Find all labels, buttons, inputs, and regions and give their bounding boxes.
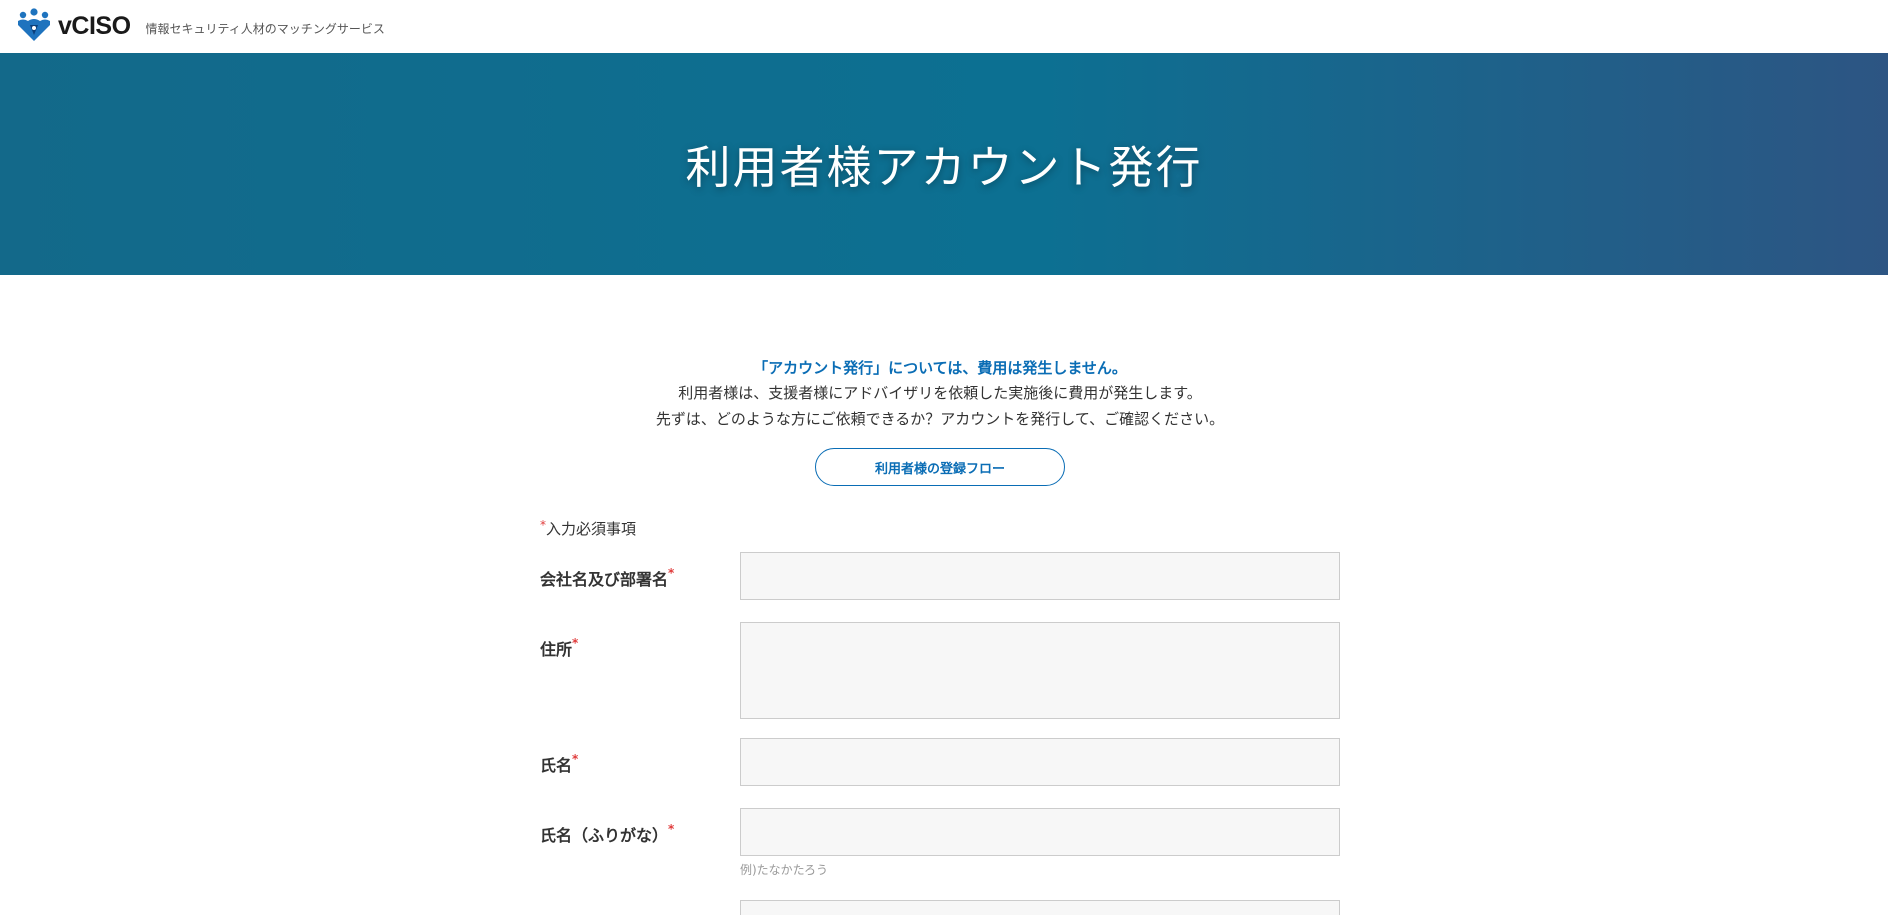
required-asterisk: *	[668, 822, 675, 836]
company-input[interactable]	[740, 552, 1340, 600]
intro-text: 「アカウント発行」については、費用は発生しません。 利用者様は、支援者様にアドバ…	[0, 356, 1880, 432]
brand-name: vCISO	[58, 12, 131, 40]
name-kana-input[interactable]	[740, 808, 1340, 856]
company-label-text: 会社名及び部署名	[540, 570, 669, 589]
intro-lead: 「アカウント発行」については、費用は発生しません。	[753, 359, 1127, 377]
intro-line-1: 利用者様は、支援者様にアドバイザリを依頼した実施後に費用が発生します。	[678, 384, 1202, 402]
address-label: 住所*	[540, 636, 578, 660]
required-asterisk: *	[572, 636, 579, 650]
required-note-text: 入力必須事項	[546, 520, 637, 538]
name-input[interactable]	[740, 738, 1340, 786]
company-label: 会社名及び部署名*	[540, 566, 674, 590]
name-label-text: 氏名	[540, 756, 573, 775]
registration-flow-button[interactable]: 利用者様の登録フロー	[815, 448, 1065, 486]
vciso-logo-icon	[16, 7, 52, 47]
required-asterisk: *	[572, 752, 579, 766]
page-hero: 利用者様アカウント発行	[0, 53, 1888, 275]
page-title: 利用者様アカウント発行	[685, 141, 1203, 194]
name-kana-hint: 例)たなかたろう	[740, 863, 828, 877]
name-kana-label-text: 氏名（ふりがな）	[540, 826, 669, 845]
name-label: 氏名*	[540, 752, 578, 776]
intro-line-2: 先ずは、どのような方にご依頼できるか？アカウントを発行して、ご確認ください。	[655, 410, 1225, 428]
required-asterisk: *	[668, 566, 675, 580]
name-kana-label: 氏名（ふりがな）*	[540, 822, 674, 846]
home-link[interactable]: vCISO	[16, 7, 131, 47]
required-note: *入力必須事項	[540, 518, 636, 539]
site-header: vCISO 情報セキュリティ人材のマッチングサービス	[0, 0, 1888, 53]
next-field-input[interactable]	[740, 900, 1340, 915]
address-textarea[interactable]	[740, 622, 1340, 719]
address-label-text: 住所	[540, 640, 573, 659]
tagline: 情報セキュリティ人材のマッチングサービス	[145, 21, 385, 36]
